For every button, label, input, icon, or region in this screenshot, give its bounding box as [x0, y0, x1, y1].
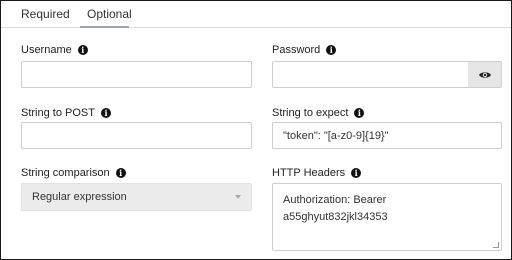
password-label-text: Password — [272, 44, 321, 56]
info-icon[interactable]: i — [354, 108, 365, 118]
string-to-expect-input[interactable]: "token": "[a-z0-9]{19}" — [272, 122, 502, 149]
string-to-post-label: String to POST i — [21, 107, 111, 119]
string-to-post-input[interactable] — [21, 122, 252, 149]
string-to-expect-value: "token": "[a-z0-9]{19}" — [283, 129, 389, 142]
eye-icon — [478, 71, 491, 78]
string-comparison-selected: Regular expression — [32, 191, 127, 203]
chevron-down-icon — [235, 195, 241, 199]
string-to-post-label-text: String to POST — [21, 107, 95, 119]
form-panel: Required Optional Username i Password i … — [0, 0, 512, 260]
http-headers-line-1: Authorization: Bearer — [283, 194, 387, 206]
password-label: Password i — [272, 44, 337, 56]
http-headers-label-text: HTTP Headers — [272, 167, 346, 179]
info-icon[interactable]: i — [100, 108, 111, 118]
username-input[interactable] — [21, 61, 252, 88]
string-to-expect-label: String to expect i — [272, 107, 365, 119]
http-headers-line-2: a55ghyut832jkl34353 — [283, 211, 388, 223]
http-headers-label: HTTP Headers i — [272, 167, 362, 179]
username-label: Username i — [21, 44, 88, 56]
info-icon[interactable]: i — [77, 45, 88, 55]
string-comparison-label: String comparison i — [21, 167, 126, 179]
username-label-text: Username — [21, 44, 72, 56]
active-tab-indicator — [80, 26, 129, 28]
resize-handle[interactable] — [493, 242, 499, 248]
show-password-button[interactable] — [468, 61, 502, 88]
info-icon[interactable]: i — [351, 168, 362, 178]
tab-required[interactable]: Required — [21, 7, 70, 21]
string-comparison-label-text: String comparison — [21, 167, 110, 179]
string-to-expect-label-text: String to expect — [272, 107, 349, 119]
info-icon[interactable]: i — [326, 45, 337, 55]
string-comparison-select[interactable]: Regular expression — [21, 183, 252, 211]
http-headers-textarea[interactable]: Authorization: Bearer a55ghyut832jkl3435… — [272, 183, 502, 251]
password-input[interactable] — [272, 61, 469, 88]
info-icon[interactable]: i — [115, 168, 126, 178]
tab-bar: Required Optional — [1, 1, 511, 28]
tab-optional[interactable]: Optional — [87, 7, 132, 21]
